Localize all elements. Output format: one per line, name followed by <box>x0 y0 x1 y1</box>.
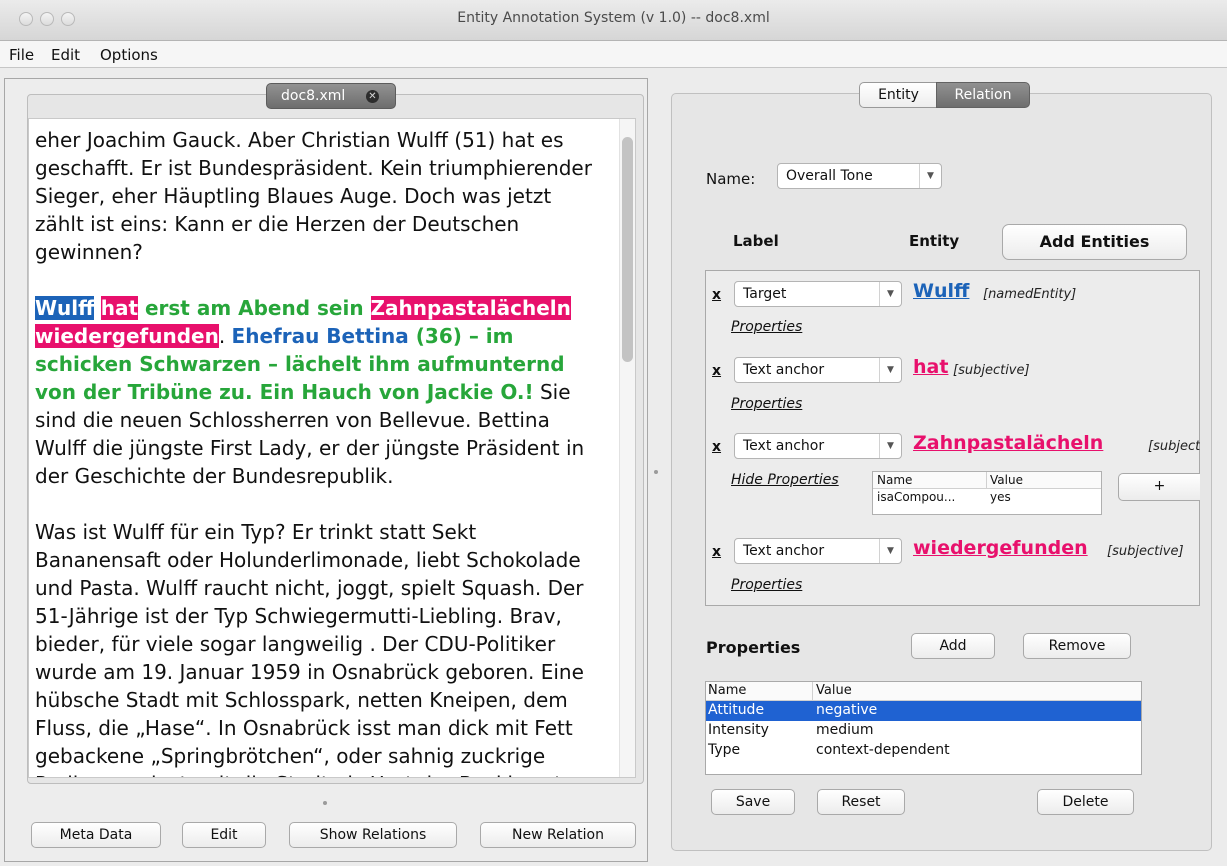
add-property-button[interactable]: + <box>1118 473 1200 501</box>
chevron-down-icon: ▼ <box>919 164 941 188</box>
menu-file[interactable]: File <box>9 46 34 64</box>
delete-button[interactable]: Delete <box>1037 789 1134 815</box>
remove-entity-button[interactable]: x <box>712 439 721 455</box>
properties-link[interactable]: Properties <box>731 396 802 412</box>
cell-name: Attitude <box>708 702 765 718</box>
entity-column-header: Entity <box>909 232 960 250</box>
entity-type: [subjective] <box>1107 544 1184 559</box>
hide-properties-link[interactable]: Hide Properties <box>731 472 839 488</box>
entity-label-value: Target <box>743 286 787 302</box>
entity-name-link[interactable]: hat <box>913 356 948 378</box>
chevron-down-icon: ▼ <box>879 358 901 382</box>
close-tab-icon[interactable]: ✕ <box>366 90 379 103</box>
add-entities-button[interactable]: Add Entities <box>1002 224 1187 260</box>
new-relation-button[interactable]: New Relation <box>480 822 636 848</box>
entity-label-value: Text anchor <box>743 543 825 559</box>
reset-button[interactable]: Reset <box>817 789 905 815</box>
table-header: Name Value <box>706 682 1141 701</box>
title-bar: Entity Annotation System (v 1.0) -- doc8… <box>0 0 1227 41</box>
chevron-down-icon: ▼ <box>879 434 901 458</box>
entity-name-link[interactable]: Wulff <box>913 280 969 302</box>
column-header-value: Value <box>990 473 1023 487</box>
entity-type: [subjective] <box>953 363 1030 378</box>
relation-properties-table: Name Value Attitude negative Intensity m… <box>705 681 1142 775</box>
tab-entity[interactable]: Entity <box>859 82 937 108</box>
document-text: eher Joachim Gauck. Aber Christian Wulff… <box>29 119 635 777</box>
add-button[interactable]: Add <box>911 633 995 659</box>
sentence-highlight: erst am Abend sein <box>138 296 371 320</box>
entity-label-select[interactable]: Text anchor ▼ <box>734 433 902 459</box>
save-button[interactable]: Save <box>711 789 795 815</box>
menu-edit[interactable]: Edit <box>51 46 80 64</box>
menu-options[interactable]: Options <box>100 46 158 64</box>
paragraph-3: Was ist Wulff für ein Typ? Er trinkt sta… <box>35 520 584 777</box>
remove-entity-button[interactable]: x <box>712 363 721 379</box>
annotation-hat[interactable]: hat <box>100 296 139 320</box>
window-title: Entity Annotation System (v 1.0) -- doc8… <box>457 10 770 26</box>
cell-value: context-dependent <box>816 742 950 758</box>
edit-button[interactable]: Edit <box>182 822 266 848</box>
tab-relation[interactable]: Relation <box>936 82 1030 108</box>
entity-type: [namedEntity] <box>983 287 1077 302</box>
chevron-down-icon: ▼ <box>879 539 901 563</box>
split-handle-icon[interactable] <box>654 470 658 474</box>
column-header-name: Name <box>877 473 913 487</box>
text-span: . <box>218 324 232 348</box>
entity-properties-table: Name Value isaCompou... yes <box>872 471 1102 515</box>
relation-name-select[interactable]: Overall Tone ▼ <box>777 163 942 189</box>
properties-title: Properties <box>706 638 801 657</box>
document-tab-label: doc8.xml <box>281 88 346 104</box>
entity-label-select[interactable]: Text anchor ▼ <box>734 538 902 564</box>
name-label: Name: <box>706 170 756 188</box>
split-handle-icon[interactable] <box>323 801 327 805</box>
annotation-wulff[interactable]: Wulff <box>35 296 95 320</box>
cell-value: negative <box>816 702 878 718</box>
properties-link[interactable]: Properties <box>731 577 802 593</box>
entity-type: [subjectiv <box>1148 439 1200 454</box>
table-header: Name Value <box>873 472 1101 489</box>
cell-value: yes <box>990 490 1011 504</box>
relation-name-value: Overall Tone <box>786 168 873 184</box>
menu-bar: File Edit Options <box>0 41 1227 68</box>
entity-label-value: Text anchor <box>743 438 825 454</box>
annotation-ehefrau-bettina[interactable]: Ehefrau Bettina <box>232 324 409 348</box>
meta-data-button[interactable]: Meta Data <box>31 822 161 848</box>
table-row[interactable]: Attitude negative <box>706 701 1141 721</box>
table-row[interactable]: Intensity medium <box>706 721 1141 741</box>
cell-value: medium <box>816 722 874 738</box>
label-column-header: Label <box>733 232 779 250</box>
chevron-down-icon: ▼ <box>879 282 901 306</box>
remove-entity-button[interactable]: x <box>712 544 721 560</box>
column-header-value: Value <box>816 683 852 698</box>
cell-name: isaCompou... <box>877 490 956 504</box>
entity-name-link[interactable]: Zahnpastalächeln <box>913 432 1103 454</box>
document-text-area[interactable]: eher Joachim Gauck. Aber Christian Wulff… <box>28 118 636 778</box>
table-row[interactable]: Type context-dependent <box>706 741 1141 761</box>
scrollbar-thumb[interactable] <box>622 137 633 362</box>
remove-button[interactable]: Remove <box>1023 633 1131 659</box>
entity-label-select[interactable]: Text anchor ▼ <box>734 357 902 383</box>
text-span <box>94 296 100 320</box>
paragraph-2: Wulff hat erst am Abend sein Zahnpastalä… <box>35 294 605 490</box>
column-header-name: Name <box>708 683 747 698</box>
paragraph-1: eher Joachim Gauck. Aber Christian Wulff… <box>35 128 592 264</box>
cell-name: Intensity <box>708 722 769 738</box>
entity-label-value: Text anchor <box>743 362 825 378</box>
entity-label-select[interactable]: Target ▼ <box>734 281 902 307</box>
table-row[interactable]: isaCompou... yes <box>873 489 1101 508</box>
document-tab[interactable]: doc8.xml ✕ <box>266 83 396 109</box>
properties-link[interactable]: Properties <box>731 319 802 335</box>
remove-entity-button[interactable]: x <box>712 287 721 303</box>
show-relations-button[interactable]: Show Relations <box>289 822 457 848</box>
cell-name: Type <box>708 742 741 758</box>
entity-name-link[interactable]: wiedergefunden <box>913 537 1088 559</box>
